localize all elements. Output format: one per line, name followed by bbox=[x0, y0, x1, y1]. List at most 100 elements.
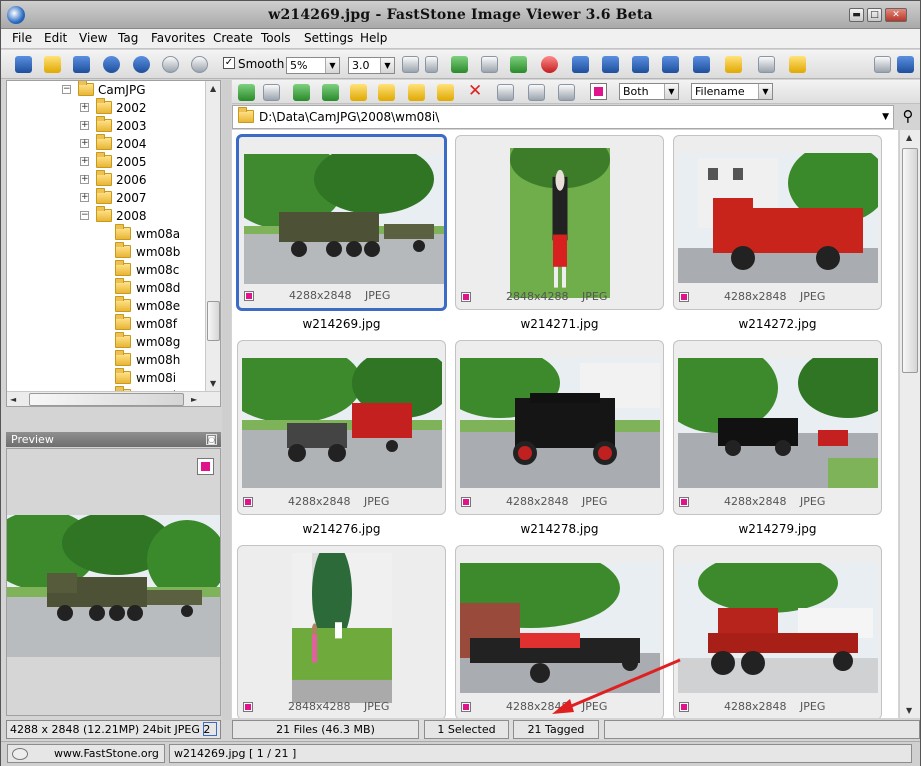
menu-view[interactable]: View bbox=[79, 31, 107, 45]
up-folder-icon[interactable] bbox=[293, 84, 310, 101]
filter-select[interactable]: Both ▼ bbox=[619, 83, 679, 100]
previous-icon[interactable] bbox=[103, 56, 120, 73]
window-title: w214269.jpg - FastStone Image Viewer 3.6… bbox=[268, 7, 653, 23]
red-eye-icon[interactable] bbox=[541, 56, 558, 73]
settings-wand-icon[interactable] bbox=[789, 56, 806, 73]
expand-icon[interactable]: + bbox=[80, 157, 89, 166]
menu-tag[interactable]: Tag bbox=[118, 31, 138, 45]
tag-icon[interactable] bbox=[197, 458, 214, 475]
crop-icon[interactable] bbox=[481, 56, 498, 73]
selected-count: 1 Selected bbox=[424, 720, 509, 739]
move-to-icon[interactable] bbox=[437, 84, 454, 101]
fit-window-icon[interactable] bbox=[203, 722, 217, 736]
back-icon[interactable] bbox=[238, 84, 255, 101]
rotate-right-icon[interactable] bbox=[602, 56, 619, 73]
resize-icon[interactable] bbox=[451, 56, 468, 73]
tree-label: wm08g bbox=[136, 335, 181, 349]
tree-label: wm08i bbox=[136, 371, 177, 385]
forward-icon[interactable] bbox=[263, 84, 280, 101]
expand-icon[interactable]: + bbox=[80, 121, 89, 130]
expand-icon[interactable]: + bbox=[80, 193, 89, 202]
copy-to-icon[interactable] bbox=[408, 84, 425, 101]
website-link[interactable]: www.FastStone.org bbox=[7, 744, 165, 763]
path-bar[interactable]: D:\Data\CamJPG\2008\wm08i\ ▼ bbox=[232, 105, 894, 129]
current-file-info: w214269.jpg [ 1 / 21 ] bbox=[169, 744, 912, 763]
scroll-thumb[interactable] bbox=[902, 148, 918, 373]
delete-icon[interactable]: ✕ bbox=[468, 81, 482, 101]
smooth-checkbox[interactable]: ✓ bbox=[223, 57, 235, 69]
minimize-button[interactable]: ▬ bbox=[849, 8, 864, 22]
scroll-right-icon[interactable]: ► bbox=[191, 395, 197, 404]
scroll-down-icon[interactable]: ▼ bbox=[906, 706, 912, 715]
scroll-thumb[interactable] bbox=[207, 301, 220, 341]
folder-tree: − CamJPG +2002 +2003 +2004 +2005 +2006 +2007 −… bbox=[6, 80, 221, 407]
folder-icon bbox=[115, 296, 131, 312]
expand-icon[interactable]: + bbox=[80, 139, 89, 148]
menu-create[interactable]: Create bbox=[213, 31, 253, 45]
grid-vertical-scrollbar[interactable]: ▲ ▼ bbox=[899, 130, 920, 718]
tree-horizontal-scrollbar[interactable]: ◄ ► bbox=[7, 391, 220, 406]
email-icon[interactable] bbox=[725, 56, 742, 73]
view-thumbs-icon[interactable] bbox=[497, 84, 514, 101]
favorite-star-icon[interactable] bbox=[350, 84, 367, 101]
close-button[interactable]: ✕ bbox=[885, 8, 907, 22]
expand-icon[interactable]: + bbox=[80, 103, 89, 112]
folder-icon bbox=[96, 98, 112, 114]
hand-tool-icon[interactable] bbox=[402, 56, 419, 73]
download-icon[interactable] bbox=[15, 56, 32, 73]
print-icon[interactable] bbox=[758, 56, 775, 73]
scroll-up-icon[interactable]: ▲ bbox=[210, 84, 216, 93]
view-list-icon[interactable] bbox=[558, 84, 575, 101]
expand-icon[interactable]: + bbox=[80, 175, 89, 184]
scroll-left-icon[interactable]: ◄ bbox=[10, 395, 16, 404]
collapse-icon[interactable]: − bbox=[80, 211, 89, 220]
slideshow-icon[interactable] bbox=[693, 56, 710, 73]
folder-icon bbox=[78, 81, 94, 96]
zoom-select[interactable]: 5% ▼ bbox=[286, 57, 340, 74]
scroll-up-icon[interactable]: ▲ bbox=[906, 133, 912, 142]
scroll-thumb[interactable] bbox=[29, 393, 184, 406]
menu-edit[interactable]: Edit bbox=[44, 31, 67, 45]
chevron-down-icon[interactable]: ▼ bbox=[882, 106, 889, 128]
menu-favorites[interactable]: Favorites bbox=[151, 31, 205, 45]
open-folder-icon[interactable] bbox=[44, 56, 61, 73]
zoom-in-icon[interactable] bbox=[162, 56, 179, 73]
tree-vertical-scrollbar[interactable]: ▲ ▼ bbox=[205, 81, 220, 391]
collapse-icon[interactable]: − bbox=[62, 85, 71, 94]
view-details-icon[interactable] bbox=[528, 84, 545, 101]
ratio-select[interactable]: 3.0 ▼ bbox=[348, 57, 395, 74]
filmstrip-icon[interactable] bbox=[662, 56, 679, 73]
folder-icon bbox=[96, 206, 112, 222]
preview-image bbox=[7, 515, 220, 657]
color-adjust-icon[interactable] bbox=[510, 56, 527, 73]
contact-sheet-icon[interactable] bbox=[632, 56, 649, 73]
sort-select[interactable]: Filename ▼ bbox=[691, 83, 773, 100]
hand-dropdown-icon[interactable] bbox=[425, 56, 438, 73]
chevron-down-icon: ▼ bbox=[380, 58, 394, 73]
menu-bar: File Edit View Tag Favorites Create Tool… bbox=[1, 29, 920, 49]
browser-layout-icon[interactable] bbox=[874, 56, 891, 73]
rotate-left-icon[interactable] bbox=[572, 56, 589, 73]
broom-icon[interactable]: ⚲ bbox=[898, 107, 918, 127]
annotation-arrow bbox=[552, 658, 681, 714]
menu-tools[interactable]: Tools bbox=[261, 31, 291, 45]
menu-help[interactable]: Help bbox=[360, 31, 387, 45]
preview-close-icon[interactable]: ◙ bbox=[206, 434, 217, 445]
fullscreen-icon[interactable] bbox=[897, 56, 914, 73]
tree-label: 2004 bbox=[116, 137, 147, 151]
next-icon[interactable] bbox=[133, 56, 150, 73]
tree-label: CamJPG bbox=[98, 83, 146, 97]
scroll-down-icon[interactable]: ▼ bbox=[210, 379, 216, 388]
tag-filter-icon[interactable] bbox=[590, 83, 607, 100]
tree-label: 2006 bbox=[116, 173, 147, 187]
filter-value: Both bbox=[623, 85, 649, 98]
zoom-out-icon[interactable] bbox=[191, 56, 208, 73]
panel-splitter[interactable] bbox=[222, 80, 231, 720]
folder-icon bbox=[115, 332, 131, 348]
new-folder-icon[interactable] bbox=[378, 84, 395, 101]
save-icon[interactable] bbox=[73, 56, 90, 73]
refresh-icon[interactable] bbox=[322, 84, 339, 101]
menu-file[interactable]: File bbox=[12, 31, 32, 45]
maximize-button[interactable]: □ bbox=[867, 8, 882, 22]
menu-settings[interactable]: Settings bbox=[304, 31, 353, 45]
